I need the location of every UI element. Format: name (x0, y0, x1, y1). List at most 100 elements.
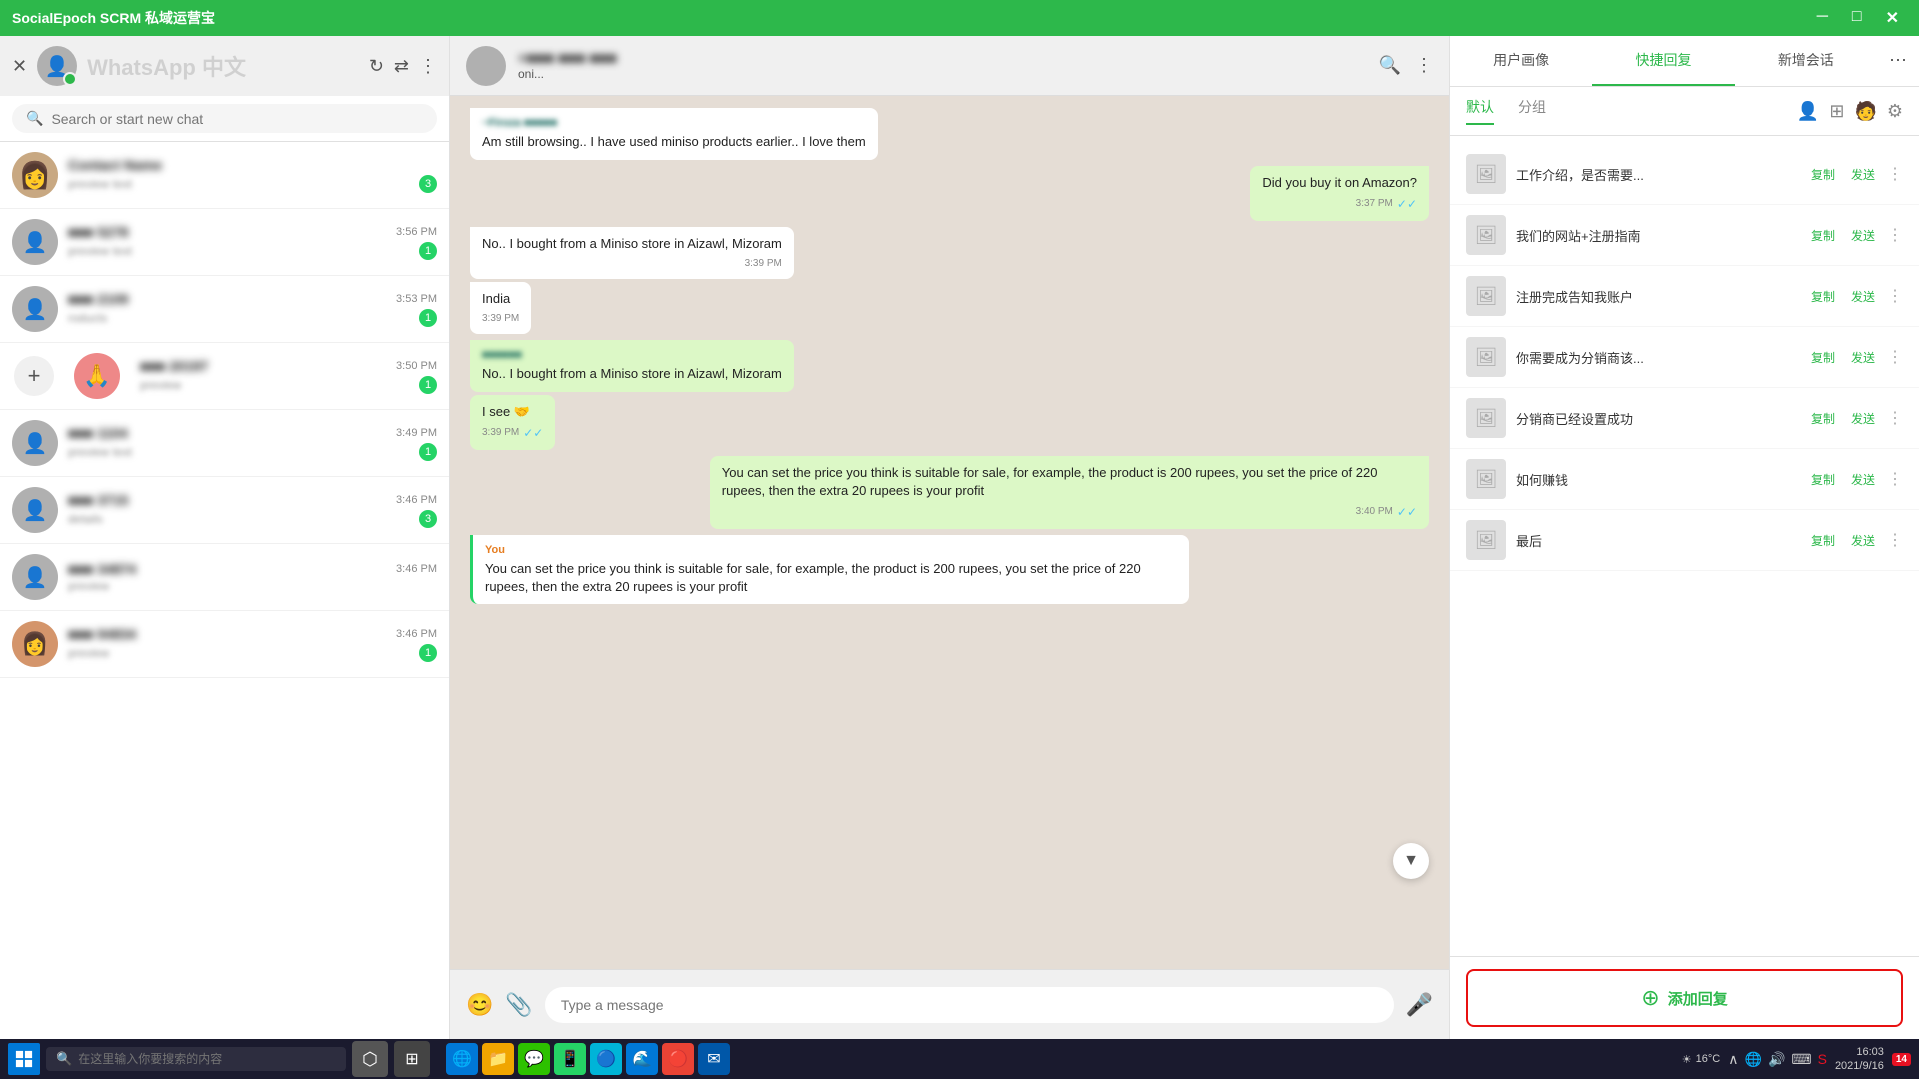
chat-item-preview: details (68, 512, 103, 526)
msg-bubble: India 3:39 PM (470, 282, 531, 334)
qr-copy-button[interactable]: 复制 (1807, 408, 1839, 429)
system-clock[interactable]: 16:03 2021/9/16 (1835, 1045, 1884, 1074)
more-tabs-icon[interactable]: ⋯ (1877, 36, 1919, 86)
taskbar-app-edge[interactable]: 🌊 (626, 1043, 658, 1075)
grid-layout-icon[interactable]: ⊞ (1829, 101, 1844, 122)
taskbar-app-browser1[interactable]: 🌐 (446, 1043, 478, 1075)
qr-copy-button[interactable]: 复制 (1807, 164, 1839, 185)
sub-tab-group[interactable]: 分组 (1518, 97, 1546, 125)
qr-send-button[interactable]: 发送 (1847, 225, 1879, 246)
taskbar-search-icon: 🔍 (56, 1051, 72, 1067)
minimize-button[interactable]: ─ (1809, 6, 1836, 30)
microphone-icon[interactable]: 🎤 (1406, 992, 1433, 1018)
keyboard-icon[interactable]: ⌨ (1791, 1051, 1811, 1068)
more-chat-options-icon[interactable]: ⋮ (1415, 55, 1433, 76)
avatar: 👩 (12, 621, 58, 667)
settings-icon[interactable]: ⚙ (1887, 101, 1903, 122)
msg-time: 3:40 PM (1356, 505, 1393, 519)
qr-send-button[interactable]: 发送 (1847, 164, 1879, 185)
search-input[interactable] (51, 111, 423, 127)
list-item[interactable]: 👤 ■■■ 2109 3:53 PM roducts 1 (0, 276, 449, 343)
tray-expand-icon[interactable]: ∧ (1728, 1051, 1738, 1068)
search-in-chat-icon[interactable]: 🔍 (1379, 55, 1401, 76)
chat-header-icons: 🔍 ⋮ (1379, 55, 1433, 76)
taskbar-app-wechat[interactable]: 💬 (518, 1043, 550, 1075)
qr-image: 🖼 (1466, 520, 1506, 560)
chat-item-info: ■■■ 2109 3:53 PM roducts 1 (68, 291, 437, 327)
chat-item-preview: preview text (68, 244, 132, 258)
add-chat-row: + 🙏 ■■■ 20197 3:50 PM preview 1 (0, 343, 449, 410)
sidebar-close-button[interactable]: ✕ (12, 56, 27, 77)
msg-meta: 3:40 PM ✓✓ (722, 504, 1417, 521)
qr-send-button[interactable]: 发送 (1847, 469, 1879, 490)
msg-text: You can set the price you think is suita… (722, 464, 1417, 500)
qr-more-icon[interactable]: ⋮ (1887, 225, 1903, 245)
qr-more-icon[interactable]: ⋮ (1887, 469, 1903, 489)
qr-send-button[interactable]: 发送 (1847, 530, 1879, 551)
list-item[interactable]: 👤 ■■■ 1104 3:49 PM preview text 1 (0, 410, 449, 477)
close-button[interactable]: ✕ (1878, 6, 1907, 30)
network-icon[interactable]: 🌐 (1745, 1051, 1762, 1068)
qr-copy-button[interactable]: 复制 (1807, 347, 1839, 368)
qr-copy-button[interactable]: 复制 (1807, 530, 1839, 551)
chat-item-name: ■■■ 94834 (68, 626, 136, 642)
volume-icon[interactable]: 🔊 (1768, 1051, 1785, 1068)
qr-send-button[interactable]: 发送 (1847, 286, 1879, 307)
chat-item-name: ■■■ 20197 (140, 358, 208, 374)
task-view-button[interactable]: ⬡ (352, 1041, 388, 1077)
taskbar-app-files[interactable]: 📁 (482, 1043, 514, 1075)
tab-new-chat[interactable]: 新增会话 (1735, 36, 1877, 86)
chat-item-preview: preview (68, 579, 109, 593)
chat-item-time: 3:56 PM (396, 226, 437, 238)
system-tray: ∧ 🌐 🔊 ⌨ S (1728, 1051, 1827, 1068)
list-item[interactable]: 👩 Contact Name preview text 3 (0, 142, 449, 209)
message-input[interactable] (545, 987, 1394, 1023)
qr-send-button[interactable]: 发送 (1847, 408, 1879, 429)
maximize-button[interactable]: □ (1844, 6, 1870, 30)
chat-transfer-icon[interactable]: ⇄ (394, 56, 409, 77)
add-reply-button[interactable]: ⊕ 添加回复 (1466, 969, 1903, 1027)
taskbar-app-mail[interactable]: ✉ (698, 1043, 730, 1075)
qr-more-icon[interactable]: ⋮ (1887, 347, 1903, 367)
qr-copy-button[interactable]: 复制 (1807, 286, 1839, 307)
message-group: ■■■■■■ No.. I bought from a Miniso store… (470, 340, 1429, 450)
qr-actions: 复制 发送 ⋮ (1807, 530, 1903, 551)
taskbar-app-chrome[interactable]: 🔴 (662, 1043, 694, 1075)
refresh-icon[interactable]: ↻ (369, 56, 384, 77)
tab-user-profile[interactable]: 用户画像 (1450, 36, 1592, 86)
widgets-button[interactable]: ⊞ (394, 1041, 430, 1077)
list-item[interactable]: 👩 ■■■ 94834 3:46 PM preview 1 (0, 611, 449, 678)
emoji-icon[interactable]: 😊 (466, 992, 493, 1018)
quick-reply-item: 🖼 注册完成告知我账户 复制 发送 ⋮ (1450, 266, 1919, 327)
msg-bubble: Did you buy it on Amazon? 3:37 PM ✓✓ (1250, 166, 1429, 221)
qr-send-button[interactable]: 发送 (1847, 347, 1879, 368)
taskbar-search-input[interactable] (78, 1052, 278, 1066)
qr-copy-button[interactable]: 复制 (1807, 469, 1839, 490)
more-options-icon[interactable]: ⋮ (419, 56, 437, 77)
quick-reply-item: 🖼 最后 复制 发送 ⋮ (1450, 510, 1919, 571)
taskbar-app-other1[interactable]: 🔵 (590, 1043, 622, 1075)
unread-badge: 1 (419, 644, 437, 662)
sub-tab-default[interactable]: 默认 (1466, 97, 1494, 125)
unread-badge: 1 (419, 376, 437, 394)
qr-more-icon[interactable]: ⋮ (1887, 408, 1903, 428)
qr-more-icon[interactable]: ⋮ (1887, 164, 1903, 184)
add-chat-button[interactable]: + (14, 356, 54, 396)
qr-more-icon[interactable]: ⋮ (1887, 530, 1903, 550)
list-item[interactable]: 👤 ■■■ 34874 3:46 PM preview (0, 544, 449, 611)
user-icon[interactable]: 🧑 (1854, 101, 1876, 122)
list-item[interactable]: 👤 ■■■ 3715 3:46 PM details 3 (0, 477, 449, 544)
tab-quick-reply[interactable]: 快捷回复 (1592, 36, 1734, 86)
msg-text: No.. I bought from a Miniso store in Aiz… (482, 365, 782, 383)
scroll-down-button[interactable]: ▼ (1393, 843, 1429, 879)
notification-count[interactable]: 14 (1892, 1053, 1911, 1066)
attach-icon[interactable]: 📎 (505, 992, 532, 1018)
qr-more-icon[interactable]: ⋮ (1887, 286, 1903, 306)
start-button[interactable] (8, 1043, 40, 1075)
qr-text: 最后 (1516, 531, 1797, 550)
taskbar-app-whatsapp[interactable]: 📱 (554, 1043, 586, 1075)
qr-copy-button[interactable]: 复制 (1807, 225, 1839, 246)
list-item[interactable]: 👤 ■■■ 5278 3:56 PM preview text 1 (0, 209, 449, 276)
scrm-icon[interactable]: S (1818, 1051, 1827, 1067)
user-search-icon[interactable]: 👤 (1797, 101, 1819, 122)
